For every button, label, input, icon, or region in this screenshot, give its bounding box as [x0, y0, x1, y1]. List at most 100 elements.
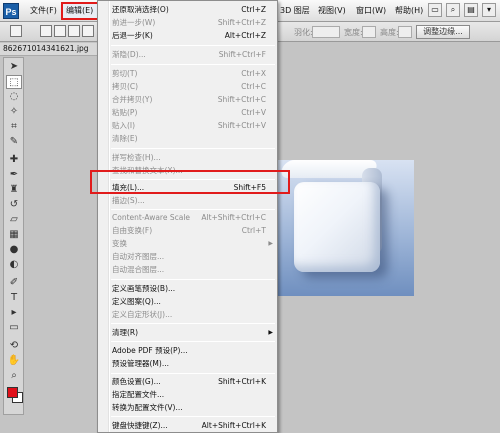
menu-window[interactable]: 窗口(W) — [356, 5, 386, 16]
blur-tool-icon[interactable]: ● — [6, 243, 22, 257]
menu-file[interactable]: 文件(F) — [30, 5, 57, 16]
zoom-tool-icon[interactable]: ⌕ — [6, 369, 22, 383]
edit-dropdown-menu: 还原取消选择(O) Ctrl+Z 前进一步(W) Shift+Ctrl+Z 后退… — [97, 0, 278, 433]
menu-item-color-settings[interactable]: 颜色设置(G)... Shift+Ctrl+K — [98, 376, 277, 388]
menu-separator — [111, 341, 275, 342]
healing-brush-icon[interactable]: ✚ — [6, 153, 22, 167]
brush-tool-icon[interactable]: ✒ — [6, 168, 22, 182]
menu-item-convert-profile[interactable]: 转换为配置文件(V)... — [98, 402, 277, 414]
menu-item-label: 自由变换(F) — [112, 226, 153, 235]
menu-help[interactable]: 帮助(H) — [395, 5, 423, 16]
menu-item-content-aware-scale[interactable]: Content-Aware Scale Alt+Shift+Ctrl+C — [98, 212, 277, 224]
pen-tool-icon[interactable]: ✐ — [6, 276, 22, 290]
submenu-arrow-icon: ▶ — [268, 329, 273, 336]
menu-item-paste[interactable]: 粘贴(P) Ctrl+V — [98, 107, 277, 119]
menu-item-assign-profile[interactable]: 指定配置文件... — [98, 389, 277, 401]
width-field[interactable] — [362, 26, 376, 38]
shape-tool-icon[interactable]: ▭ — [6, 321, 22, 335]
menu-edit[interactable]: 编辑(E) — [61, 2, 99, 20]
clone-stamp-icon[interactable]: ♜ — [6, 183, 22, 197]
refine-edge-button[interactable]: 调整边缘... — [416, 25, 470, 39]
menu-item-label: 颜色设置(G)... — [112, 377, 161, 386]
menu-item-transform[interactable]: 变换 ▶ — [98, 238, 277, 250]
menu-item-label: 后退一步(K) — [112, 31, 153, 40]
menu-item-stroke[interactable]: 描边(S)... — [98, 195, 277, 207]
menu-item-label: 还原取消选择(O) — [112, 5, 169, 14]
menu-item-label: 自动对齐图层... — [112, 252, 165, 261]
menu-item-cut[interactable]: 剪切(T) Ctrl+X — [98, 68, 277, 80]
menu-separator — [111, 323, 275, 324]
menu-item-shortcut: Ctrl+C — [241, 82, 266, 91]
height-field[interactable] — [398, 26, 412, 38]
menu-item-shortcut: Alt+Shift+Ctrl+C — [201, 213, 266, 222]
menu-separator — [111, 279, 275, 280]
eraser-icon[interactable]: ▱ — [6, 213, 22, 227]
dodge-tool-icon[interactable]: ◐ — [6, 258, 22, 272]
add-selection-icon[interactable] — [54, 25, 66, 37]
menu-item-label: 贴入(I) — [112, 121, 136, 130]
menu-item-label: Content-Aware Scale — [112, 213, 191, 222]
lasso-tool-icon[interactable]: ◌ — [6, 90, 22, 104]
menu-separator — [111, 64, 275, 65]
menu-item-label: 指定配置文件... — [112, 390, 165, 399]
eyedropper-icon[interactable]: ✎ — [6, 135, 22, 149]
magic-wand-icon[interactable]: ✧ — [6, 105, 22, 119]
menu-item-shortcut: Ctrl+T — [241, 226, 266, 235]
crop-tool-icon[interactable]: ⌗ — [6, 120, 22, 134]
document-tab[interactable]: 862671014341621.jpg — [0, 43, 100, 56]
type-tool-icon[interactable]: T — [6, 291, 22, 305]
menu-item-label: Adobe PDF 预设(P)... — [112, 346, 188, 355]
menu-item-undo[interactable]: 还原取消选择(O) Ctrl+Z — [98, 4, 277, 16]
subtract-selection-icon[interactable] — [68, 25, 80, 37]
menu-item-preset-manager[interactable]: 预设管理器(M)... — [98, 358, 277, 370]
path-selection-icon[interactable]: ▸ — [6, 306, 22, 320]
menu-item-free-transform[interactable]: 自由变换(F) Ctrl+T — [98, 225, 277, 237]
screen-mode-icon[interactable]: ▭ — [428, 3, 442, 17]
menu-item-spell-check[interactable]: 拼写检查(H)... — [98, 152, 277, 164]
menu-item-step-forward[interactable]: 前进一步(W) Shift+Ctrl+Z — [98, 17, 277, 29]
menu-item-clear[interactable]: 清除(E) — [98, 133, 277, 145]
menu-item-shortcut: Ctrl+Z — [241, 5, 266, 14]
menu-item-step-backward[interactable]: 后退一步(K) Alt+Ctrl+Z — [98, 30, 277, 42]
menu-item-auto-blend[interactable]: 自动混合图层... — [98, 264, 277, 276]
arrange-icon[interactable]: ▤ — [464, 3, 478, 17]
toolbox: ➤ ⬚ ◌ ✧ ⌗ ✎ ✚ ✒ ♜ ↺ ▱ ▦ ● ◐ ✐ T ▸ ▭ ⟲ ✋ … — [3, 57, 24, 415]
hand-tool-icon[interactable]: ✋ — [6, 354, 22, 368]
submenu-arrow-icon: ▶ — [268, 240, 273, 247]
photoshop-logo: Ps — [3, 3, 19, 19]
menu-item-pdf-presets[interactable]: Adobe PDF 预设(P)... — [98, 345, 277, 357]
marquee-tool-icon[interactable]: ⬚ — [6, 75, 22, 89]
feather-field[interactable] — [312, 26, 340, 38]
gradient-tool-icon[interactable]: ▦ — [6, 228, 22, 242]
menu-item-purge[interactable]: 清理(R) ▶ — [98, 327, 277, 339]
fill-highlight-box — [90, 170, 290, 194]
history-brush-icon[interactable]: ↺ — [6, 198, 22, 212]
menu-item-fade[interactable]: 渐隐(D)... Shift+Ctrl+F — [98, 49, 277, 61]
menu-item-define-shape[interactable]: 定义自定形状(J)... — [98, 309, 277, 321]
zoom-icon[interactable]: ⌕ — [446, 3, 460, 17]
menu-3d-layer[interactable]: 3D 图层 — [280, 5, 310, 16]
marquee-preset-icon[interactable] — [10, 25, 22, 37]
menu-item-auto-align[interactable]: 自动对齐图层... — [98, 251, 277, 263]
menu-item-copy-merged[interactable]: 合并拷贝(Y) Shift+Ctrl+C — [98, 94, 277, 106]
menu-item-keyboard-shortcuts[interactable]: 键盘快捷键(Z)... Alt+Shift+Ctrl+K — [98, 420, 277, 432]
menu-item-define-pattern[interactable]: 定义图案(Q)... — [98, 296, 277, 308]
menu-item-label: 键盘快捷键(Z)... — [112, 421, 168, 430]
menu-item-paste-into[interactable]: 贴入(I) Shift+Ctrl+V — [98, 120, 277, 132]
menu-item-define-brush[interactable]: 定义画笔预设(B)... — [98, 283, 277, 295]
menu-item-label: 剪切(T) — [112, 69, 138, 78]
menu-item-label: 转换为配置文件(V)... — [112, 403, 183, 412]
white-cube — [294, 182, 380, 272]
workspace-icon[interactable]: ▾ — [482, 3, 496, 17]
3d-rotate-icon[interactable]: ⟲ — [6, 339, 22, 353]
move-tool-icon[interactable]: ➤ — [6, 60, 22, 74]
menu-item-label: 预设管理器(M)... — [112, 359, 169, 368]
foreground-color-swatch[interactable] — [7, 387, 18, 398]
menu-view[interactable]: 视图(V) — [318, 5, 346, 16]
menu-separator — [111, 148, 275, 149]
intersect-selection-icon[interactable] — [82, 25, 94, 37]
menu-item-shortcut: Shift+Ctrl+C — [217, 95, 266, 104]
height-label: 高度: — [380, 28, 399, 37]
new-selection-icon[interactable] — [40, 25, 52, 37]
menu-item-copy[interactable]: 拷贝(C) Ctrl+C — [98, 81, 277, 93]
